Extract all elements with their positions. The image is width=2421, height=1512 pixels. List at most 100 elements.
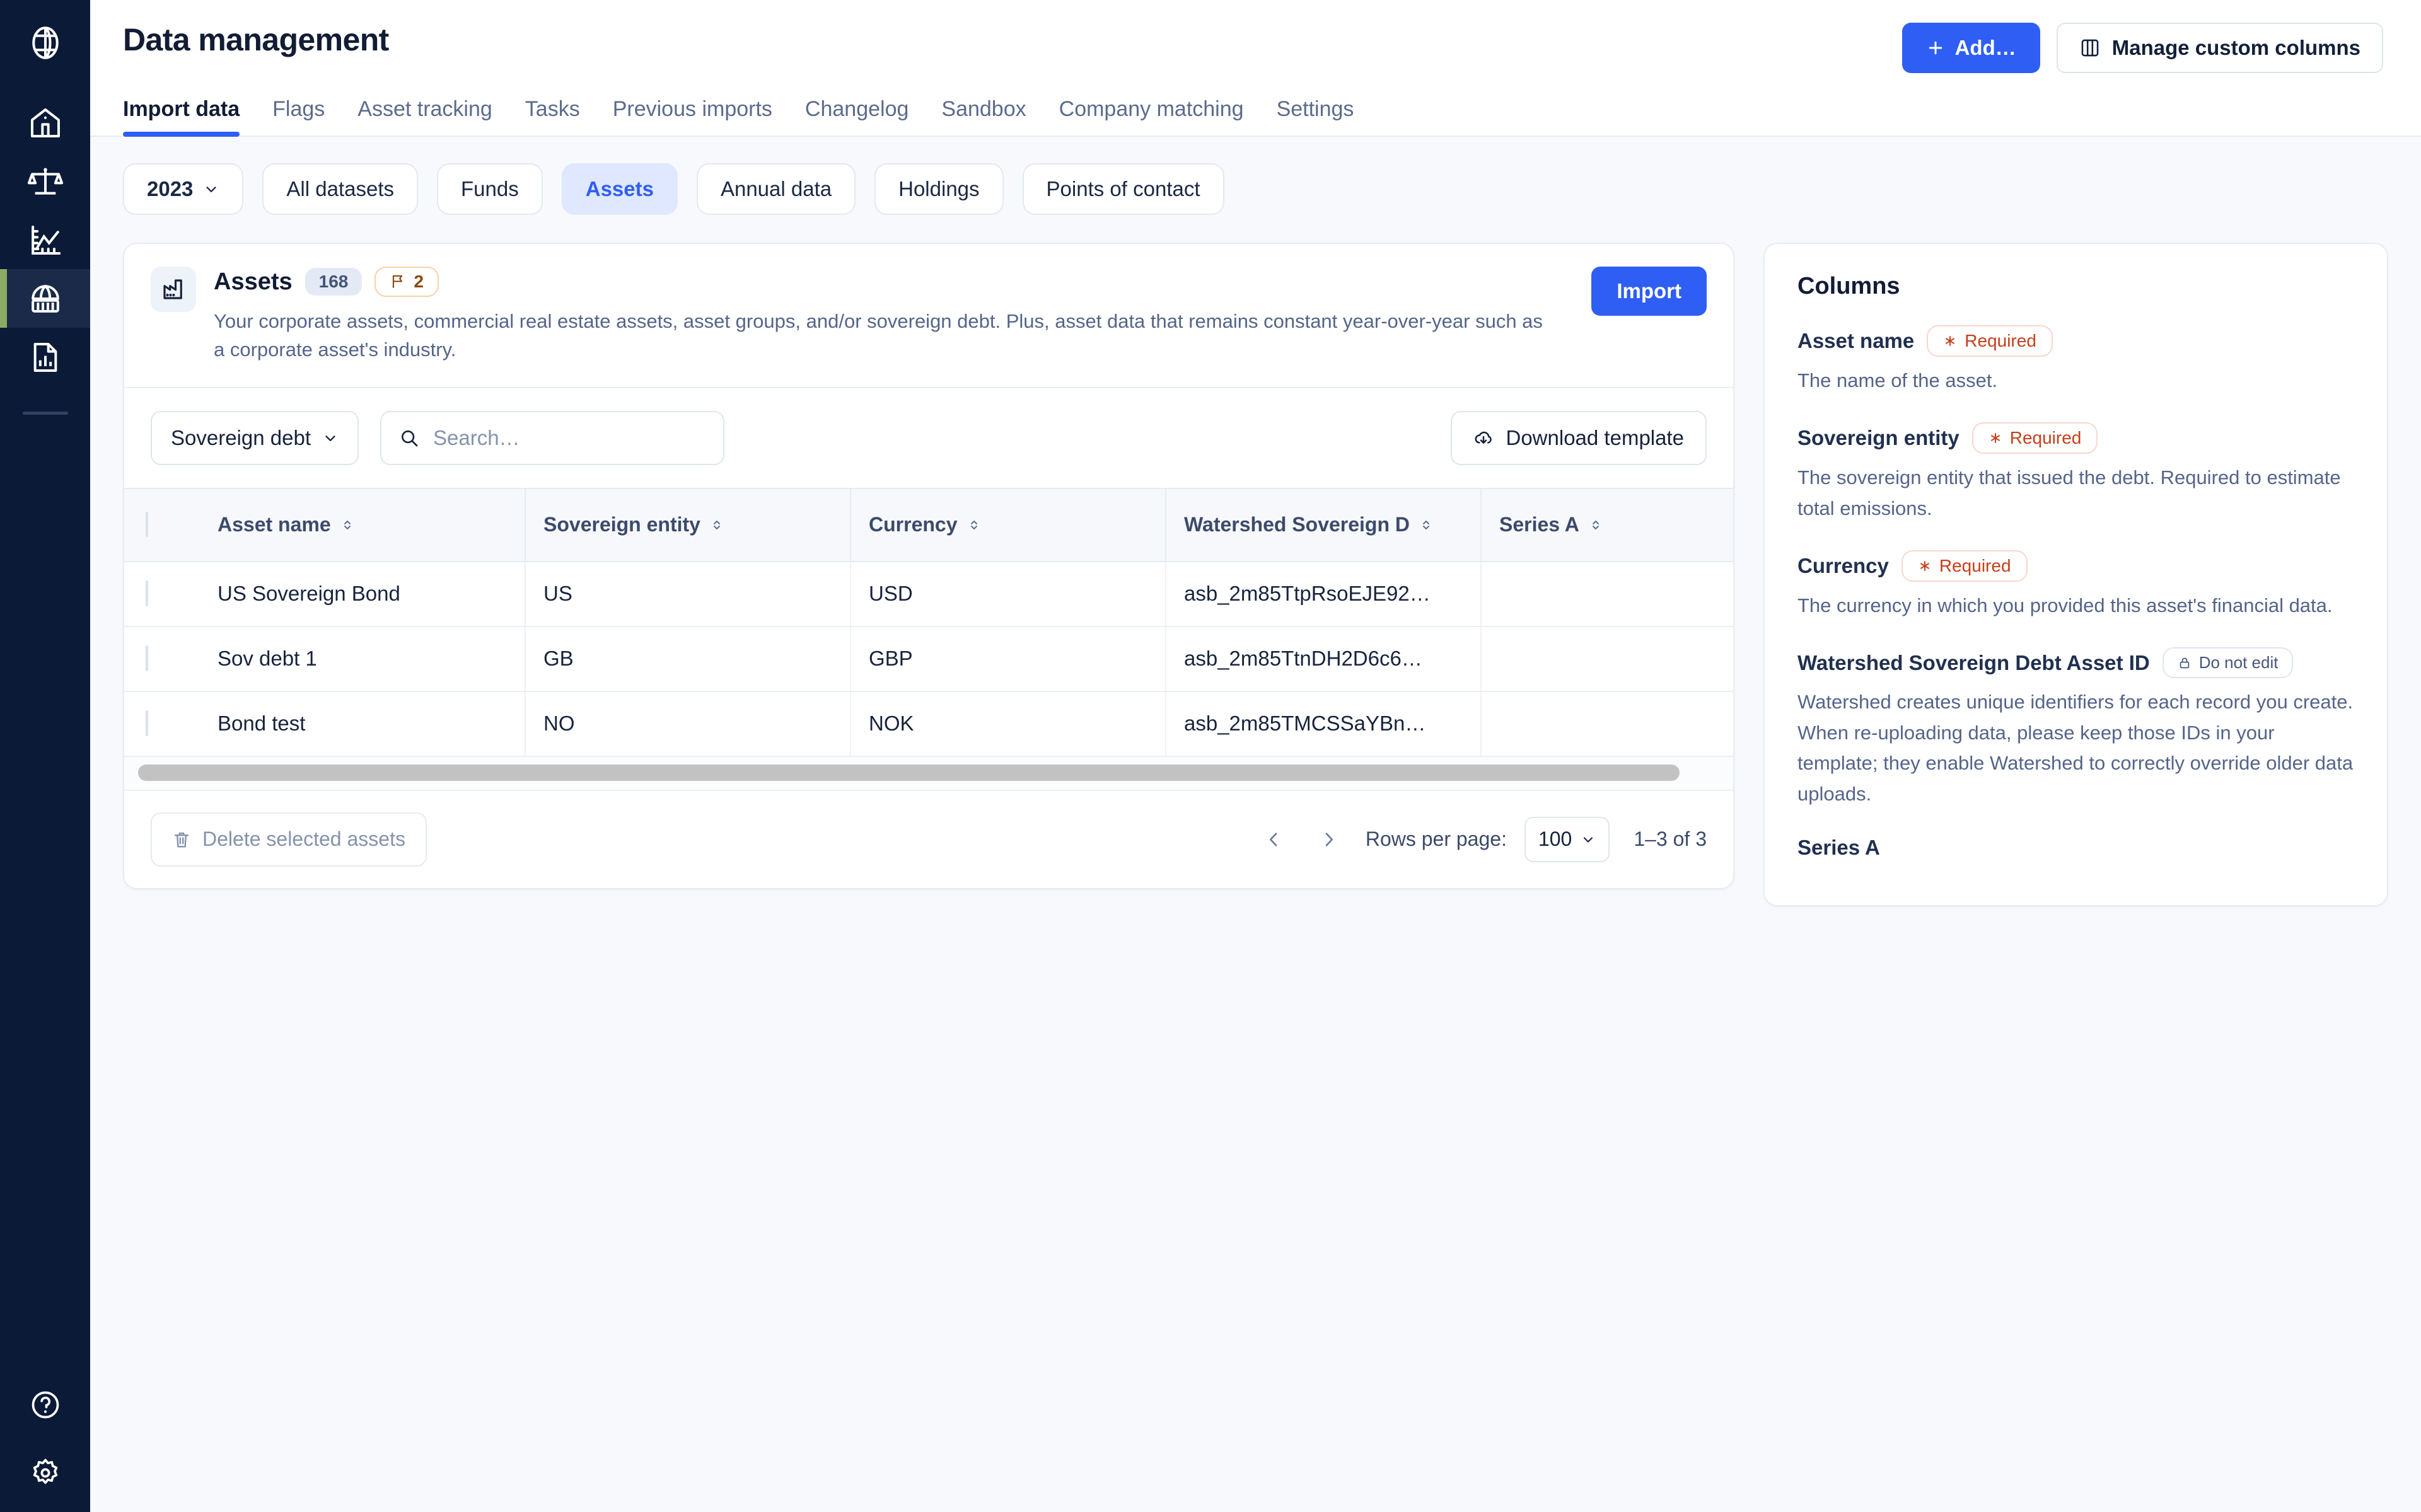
filter-pill-all-datasets[interactable]: All datasets (262, 163, 418, 215)
sort-updown-icon (340, 517, 355, 533)
download-template-button[interactable]: Download template (1451, 411, 1707, 465)
cell-sovereign-entity: US (525, 562, 851, 626)
plus-icon (1926, 38, 1945, 57)
filter-pill-funds[interactable]: Funds (437, 163, 543, 215)
chevron-down-icon (203, 181, 219, 197)
sidebar-item-home[interactable] (0, 93, 90, 152)
import-button[interactable]: Import (1591, 267, 1707, 316)
sidebar-item-help[interactable] (29, 1388, 62, 1421)
search-icon (399, 428, 419, 448)
scrollbar-thumb[interactable] (138, 765, 1680, 781)
column-entry-name-row: Watershed Sovereign Debt Asset ID Do not… (1797, 647, 2354, 678)
pagination-range: 1–3 of 3 (1634, 828, 1707, 851)
cell-currency: USD (851, 562, 1166, 626)
cell-asset-id: asb_2m85TtpRsoEJE92… (1166, 562, 1481, 626)
asset-type-select[interactable]: Sovereign debt (151, 411, 359, 465)
cell-asset-id: asb_2m85TMCSSaYBn… (1166, 691, 1481, 756)
cell-series-a (1481, 562, 1734, 626)
next-page-button[interactable] (1310, 821, 1348, 858)
dataset-count-badge: 168 (305, 268, 363, 296)
select-all-header (124, 488, 200, 562)
cell-series-a (1481, 626, 1734, 691)
search-input[interactable] (433, 426, 705, 450)
row-checkbox[interactable] (146, 645, 148, 671)
primary-sidebar (0, 0, 90, 1512)
manage-custom-columns-button[interactable]: Manage custom columns (2057, 23, 2383, 73)
delete-selected-assets-label: Delete selected assets (202, 828, 405, 851)
chevron-down-icon (1581, 832, 1596, 847)
tab-settings[interactable]: Settings (1277, 97, 1354, 136)
select-all-checkbox[interactable] (146, 512, 148, 537)
tab-tasks[interactable]: Tasks (525, 97, 580, 136)
sidebar-item-measure[interactable] (0, 152, 90, 211)
horizontal-scrollbar[interactable] (124, 757, 1733, 791)
table-row[interactable]: US Sovereign Bond US USD asb_2m85TtpRsoE… (124, 562, 1734, 626)
column-header-label: Sovereign entity (543, 513, 700, 536)
filter-pill-annual-data[interactable]: Annual data (697, 163, 856, 215)
flag-icon (390, 274, 406, 290)
cell-asset-name: Sov debt 1 (200, 626, 525, 691)
column-header-sovereign-entity[interactable]: Sovereign entity (525, 488, 851, 562)
previous-page-button[interactable] (1255, 821, 1292, 858)
cell-series-a (1481, 691, 1734, 756)
column-entry-sovereign-entity: Sovereign entity Required The sovereign … (1797, 422, 2354, 524)
tab-flags[interactable]: Flags (272, 97, 325, 136)
row-checkbox[interactable] (146, 580, 148, 606)
filter-pill-holdings[interactable]: Holdings (874, 163, 1003, 215)
help-circle-icon (29, 1388, 62, 1421)
cell-asset-id: asb_2m85TtnDH2D6c6… (1166, 626, 1481, 691)
dataset-header-text: Assets 168 2 (214, 267, 1557, 364)
main-area: Data management Add… (90, 0, 2421, 1512)
sidebar-item-settings[interactable] (29, 1457, 62, 1489)
section-tabs: Import data Flags Asset tracking Tasks P… (123, 97, 2383, 136)
sidebar-item-data-management[interactable] (0, 269, 90, 328)
filter-pill-points-of-contact[interactable]: Points of contact (1023, 163, 1224, 215)
globe-logo-icon[interactable] (18, 15, 73, 71)
table-row[interactable]: Bond test NO NOK asb_2m85TMCSSaYBn… (124, 691, 1734, 756)
add-button[interactable]: Add… (1902, 23, 2040, 73)
rows-per-page-label: Rows per page: (1366, 828, 1507, 851)
sidebar-item-analytics[interactable] (0, 211, 90, 269)
tab-changelog[interactable]: Changelog (805, 97, 909, 136)
column-header-asset-name[interactable]: Asset name (200, 488, 525, 562)
columns-panel-title: Columns (1797, 273, 2354, 300)
chevron-down-icon (322, 430, 339, 446)
dataset-flag-count: 2 (414, 272, 424, 292)
filter-pill-assets[interactable]: Assets (562, 163, 678, 215)
dataset-flag-badge[interactable]: 2 (374, 267, 439, 297)
required-tag-label: Required (1965, 331, 2036, 351)
tab-asset-tracking[interactable]: Asset tracking (357, 97, 492, 136)
tab-company-matching[interactable]: Company matching (1059, 97, 1244, 136)
content-columns: Assets 168 2 (123, 243, 2388, 906)
download-template-label: Download template (1506, 426, 1685, 450)
column-header-label: Asset name (218, 513, 331, 536)
rows-per-page-select[interactable]: 100 (1524, 817, 1610, 862)
column-entry-asset-name: Asset name Required The name of the asse… (1797, 325, 2354, 396)
cell-currency: GBP (851, 626, 1166, 691)
row-checkbox[interactable] (146, 710, 148, 736)
year-selector[interactable]: 2023 (123, 163, 243, 215)
column-header-series-a[interactable]: Series A (1481, 488, 1734, 562)
dataset-title-row: Assets 168 2 (214, 267, 1557, 297)
chevron-right-icon (1319, 829, 1339, 850)
column-entry-name-row: Sovereign entity Required (1797, 422, 2354, 454)
column-header-label: Series A (1499, 513, 1579, 536)
sidebar-item-reports[interactable] (0, 328, 90, 386)
table-toolbar: Sovereign debt (124, 388, 1733, 488)
tab-sandbox[interactable]: Sandbox (941, 97, 1026, 136)
delete-selected-assets-button[interactable]: Delete selected assets (151, 812, 427, 867)
dataset-description: Your corporate assets, commercial real e… (214, 307, 1557, 364)
page-content: 2023 All datasets Funds Assets Annual da… (90, 137, 2421, 1512)
trash-icon (172, 830, 191, 849)
column-header-watershed-sovereign-debt-asset-id[interactable]: Watershed Sovereign D (1166, 488, 1481, 562)
sort-updown-icon (967, 517, 982, 533)
column-entry-name: Asset name (1797, 329, 1914, 353)
table-row[interactable]: Sov debt 1 GB GBP asb_2m85TtnDH2D6c6… (124, 626, 1734, 691)
tab-previous-imports[interactable]: Previous imports (613, 97, 772, 136)
column-entry-name-row: Series A (1797, 836, 2354, 860)
column-header-currency[interactable]: Currency (851, 488, 1166, 562)
chart-line-icon (28, 222, 63, 258)
sort-updown-icon (1419, 517, 1434, 533)
search-input-wrapper[interactable] (380, 411, 724, 465)
tab-import-data[interactable]: Import data (123, 97, 240, 136)
